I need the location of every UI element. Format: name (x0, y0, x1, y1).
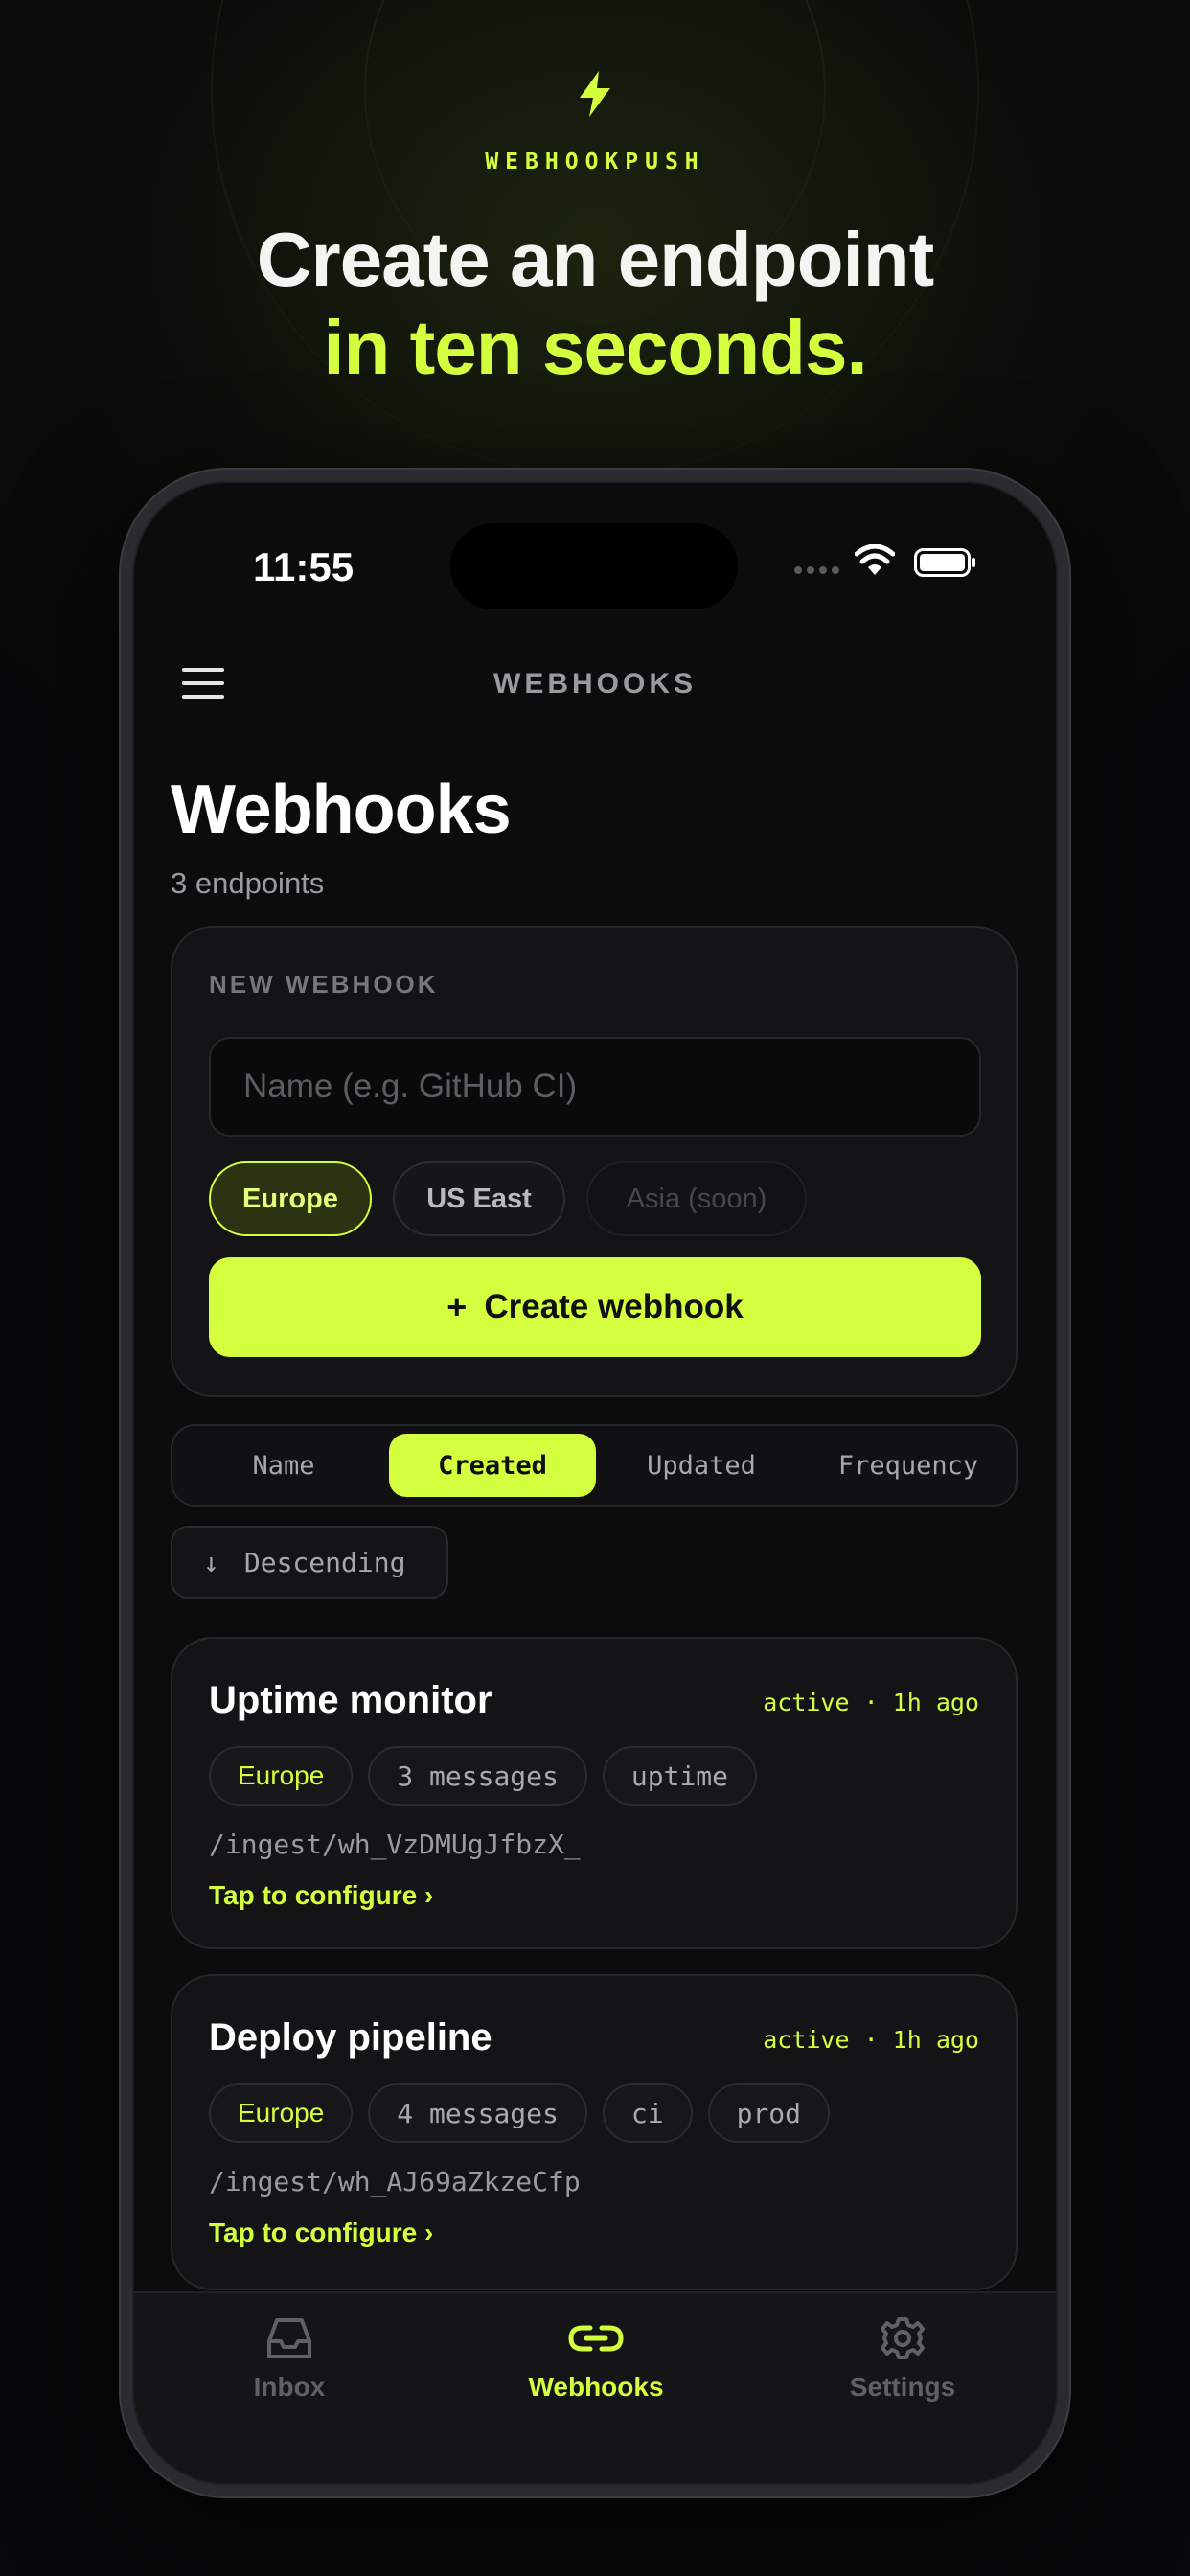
link-icon (568, 2325, 624, 2352)
webhook-name: Deploy pipeline (209, 2016, 492, 2058)
configure-link[interactable]: Tap to configure › (209, 2218, 433, 2248)
webhook-name-input[interactable] (209, 1037, 981, 1137)
headline-line-1: Create an endpoint (256, 217, 935, 302)
create-webhook-button[interactable]: + Create webhook (209, 1257, 981, 1357)
arrow-down-icon: ↓ (203, 1546, 219, 1578)
webhook-message-count: 4 messages (368, 2083, 587, 2143)
sort-option-frequency[interactable]: Frequency (805, 1434, 1012, 1497)
webhook-tag: ci (602, 2083, 693, 2143)
plus-icon: + (446, 1287, 468, 1326)
signal-icon (794, 566, 839, 574)
webhook-path: /ingest/wh_VzDMUgJfbzX_ (209, 1828, 581, 1860)
tab-label: Inbox (253, 2372, 326, 2402)
sort-option-updated[interactable]: Updated (598, 1434, 805, 1497)
new-webhook-card: NEW WEBHOOK Europe US East Asia (soon) +… (171, 926, 1018, 1397)
webhook-tag: prod (707, 2083, 831, 2143)
webhook-tag: uptime (602, 1746, 758, 1806)
bolt-icon (580, 71, 610, 117)
tab-label: Webhooks (528, 2372, 664, 2402)
sort-option-name[interactable]: Name (180, 1434, 387, 1497)
webhook-status: active · 1h ago (763, 1689, 979, 1716)
create-webhook-label: Create webhook (484, 1288, 744, 1325)
tab-settings[interactable]: Settings (797, 2314, 1008, 2403)
nav-bar: WEBHOOKS (134, 651, 1056, 718)
sort-segmented-control: Name Created Updated Frequency (171, 1424, 1018, 1506)
phone-frame: 11:55 WEBHOOKS Webhooks 3 endpoints NEW … (121, 470, 1069, 2496)
wifi-icon (855, 544, 895, 575)
inbox-icon (267, 2318, 311, 2358)
region-chip-us-east[interactable]: US East (393, 1162, 565, 1236)
tab-webhooks[interactable]: Webhooks (491, 2314, 701, 2403)
status-time: 11:55 (253, 544, 355, 589)
tab-bar: Inbox Webhooks Settings (134, 2291, 1056, 2483)
status-bar: 11:55 (134, 483, 1056, 610)
sort-order-label: Descending (243, 1546, 406, 1578)
webhook-region-tag: Europe (209, 2083, 354, 2143)
webhook-card[interactable]: Deploy pipeline active · 1h ago Europe 4… (171, 1974, 1018, 2290)
webhook-card[interactable]: Uptime monitor active · 1h ago Europe 3 … (171, 1637, 1018, 1949)
new-webhook-label: NEW WEBHOOK (209, 970, 439, 999)
region-chip-asia: Asia (soon) (586, 1162, 807, 1236)
webhook-status: active · 1h ago (763, 2026, 979, 2054)
hero-headline: Create an endpoint in ten seconds. (0, 216, 1190, 392)
webhook-tags: Europe 4 messages ci prod (209, 2083, 831, 2143)
sort-order-toggle[interactable]: ↓ Descending (171, 1526, 448, 1598)
gear-icon (881, 2317, 925, 2359)
tab-inbox[interactable]: Inbox (184, 2314, 395, 2403)
brand-name: WEBHOOKPUSH (485, 150, 705, 174)
headline-line-2: in ten seconds. (323, 305, 867, 390)
page-title: Webhooks (171, 771, 512, 848)
configure-link[interactable]: Tap to configure › (209, 1880, 433, 1911)
dynamic-island (450, 523, 738, 610)
webhook-region-tag: Europe (209, 1746, 354, 1806)
webhook-path: /ingest/wh_AJ69aZkzeCfp (209, 2166, 581, 2197)
tab-label: Settings (849, 2372, 956, 2402)
webhook-message-count: 3 messages (368, 1746, 587, 1806)
region-chip-europe[interactable]: Europe (209, 1162, 372, 1236)
webhook-tags: Europe 3 messages uptime (209, 1746, 758, 1806)
webhook-name: Uptime monitor (209, 1679, 492, 1721)
nav-title: WEBHOOKS (493, 668, 697, 700)
sort-option-created[interactable]: Created (389, 1434, 596, 1497)
phone-screen: 11:55 WEBHOOKS Webhooks 3 endpoints NEW … (132, 481, 1058, 2485)
battery-icon (914, 548, 975, 577)
endpoint-count: 3 endpoints (171, 866, 325, 900)
